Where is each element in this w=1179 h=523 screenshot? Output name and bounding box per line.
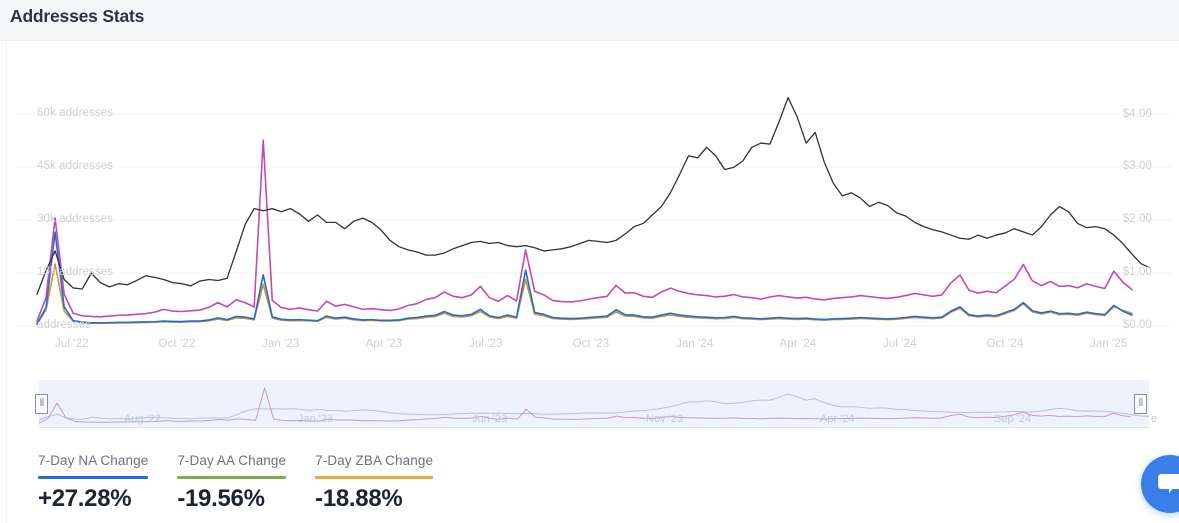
stat-label: 7-Day AA Change <box>177 453 287 468</box>
navigator-x-tick: Sep '24 <box>994 413 1031 425</box>
y2-axis-tick: $4.00 <box>1122 107 1152 120</box>
navigator-handle-right[interactable]: ⦀ <box>1134 394 1147 414</box>
navigator-x-tick: Aug '22 <box>124 413 161 425</box>
x-axis-tick: Jan '25 <box>1090 338 1128 350</box>
navigator-x-tick: Apr '24 <box>820 413 855 425</box>
y-axis-tick: 15k addresses <box>37 265 114 278</box>
stat-value: -19.56% <box>177 485 265 512</box>
addresses-stats-card: addresses 15k addresses 30k addresses 45k a… <box>6 41 1179 523</box>
stats-legend: 7-Day NA Change +27.28% 7-Day AA Change -19… <box>38 453 462 513</box>
y2-axis-tick: $0.00 <box>1122 319 1152 331</box>
page-title: Addresses Stats <box>10 6 145 26</box>
handle-grip-icon: ⦀ <box>1138 398 1144 409</box>
stat-color-rule <box>177 476 287 479</box>
x-axis-tick: Oct '22 <box>158 338 196 350</box>
y-axis-tick: 60k addresses <box>37 106 114 119</box>
stat-color-rule <box>38 476 149 479</box>
navigator-handle-left[interactable]: ⦀ <box>35 394 48 414</box>
y2-axis-tick: $3.00 <box>1122 160 1152 173</box>
x-axis-tick: Oct '24 <box>986 338 1024 350</box>
y2-axis-tick: $1.00 <box>1122 266 1152 279</box>
stat-card[interactable]: 7-Day NA Change +27.28% <box>38 453 162 513</box>
x-axis-tick: Jan '23 <box>262 338 300 350</box>
navigator-x-tick: Jun '23 <box>472 413 508 425</box>
y-axis-tick: addresses <box>37 319 91 331</box>
y2-axis-tick: $2.00 <box>1122 213 1152 226</box>
navigator-x-tick: Nov '23 <box>646 413 683 425</box>
stat-label: 7-Day NA Change <box>38 453 149 468</box>
y-axis-tick: 45k addresses <box>37 159 114 172</box>
chart-navigator[interactable]: Aug '22 Jan '23 Jun '23 Nov '23 Apr '24 Sep '… <box>29 380 1172 432</box>
x-axis-tick: Jan '24 <box>676 338 714 350</box>
page-header: Addresses Stats <box>0 0 1179 41</box>
page-root: Addresses Stats addresses 15k addresses 30… <box>0 0 1179 523</box>
y-axis-tick: 30k addresses <box>37 212 114 225</box>
navigator-trailing-label: e <box>1151 413 1158 425</box>
stat-card[interactable]: 7-Day ZBA Change -18.88% <box>315 453 447 513</box>
x-axis-tick: Jul '22 <box>55 338 89 350</box>
main-chart[interactable]: addresses 15k addresses 30k addresses 45k a… <box>7 41 1179 371</box>
stat-color-rule <box>315 476 434 479</box>
stat-card[interactable]: 7-Day AA Change -19.56% <box>177 453 300 513</box>
navigator-x-tick: Jan '23 <box>298 413 334 425</box>
x-axis-tick: Apr '23 <box>365 338 403 350</box>
x-axis-tick: Apr '24 <box>779 338 817 350</box>
x-axis-tick: Oct '23 <box>572 338 610 350</box>
handle-grip-icon: ⦀ <box>39 398 45 409</box>
stat-label: 7-Day ZBA Change <box>315 453 434 468</box>
chat-bubble-icon <box>1158 474 1179 494</box>
chart-plot-svg <box>15 96 1172 327</box>
x-axis-tick: Jul '24 <box>883 338 917 350</box>
x-axis-tick: Jul '23 <box>469 338 503 350</box>
stat-value: -18.88% <box>315 485 403 512</box>
stat-value: +27.28% <box>38 485 132 512</box>
